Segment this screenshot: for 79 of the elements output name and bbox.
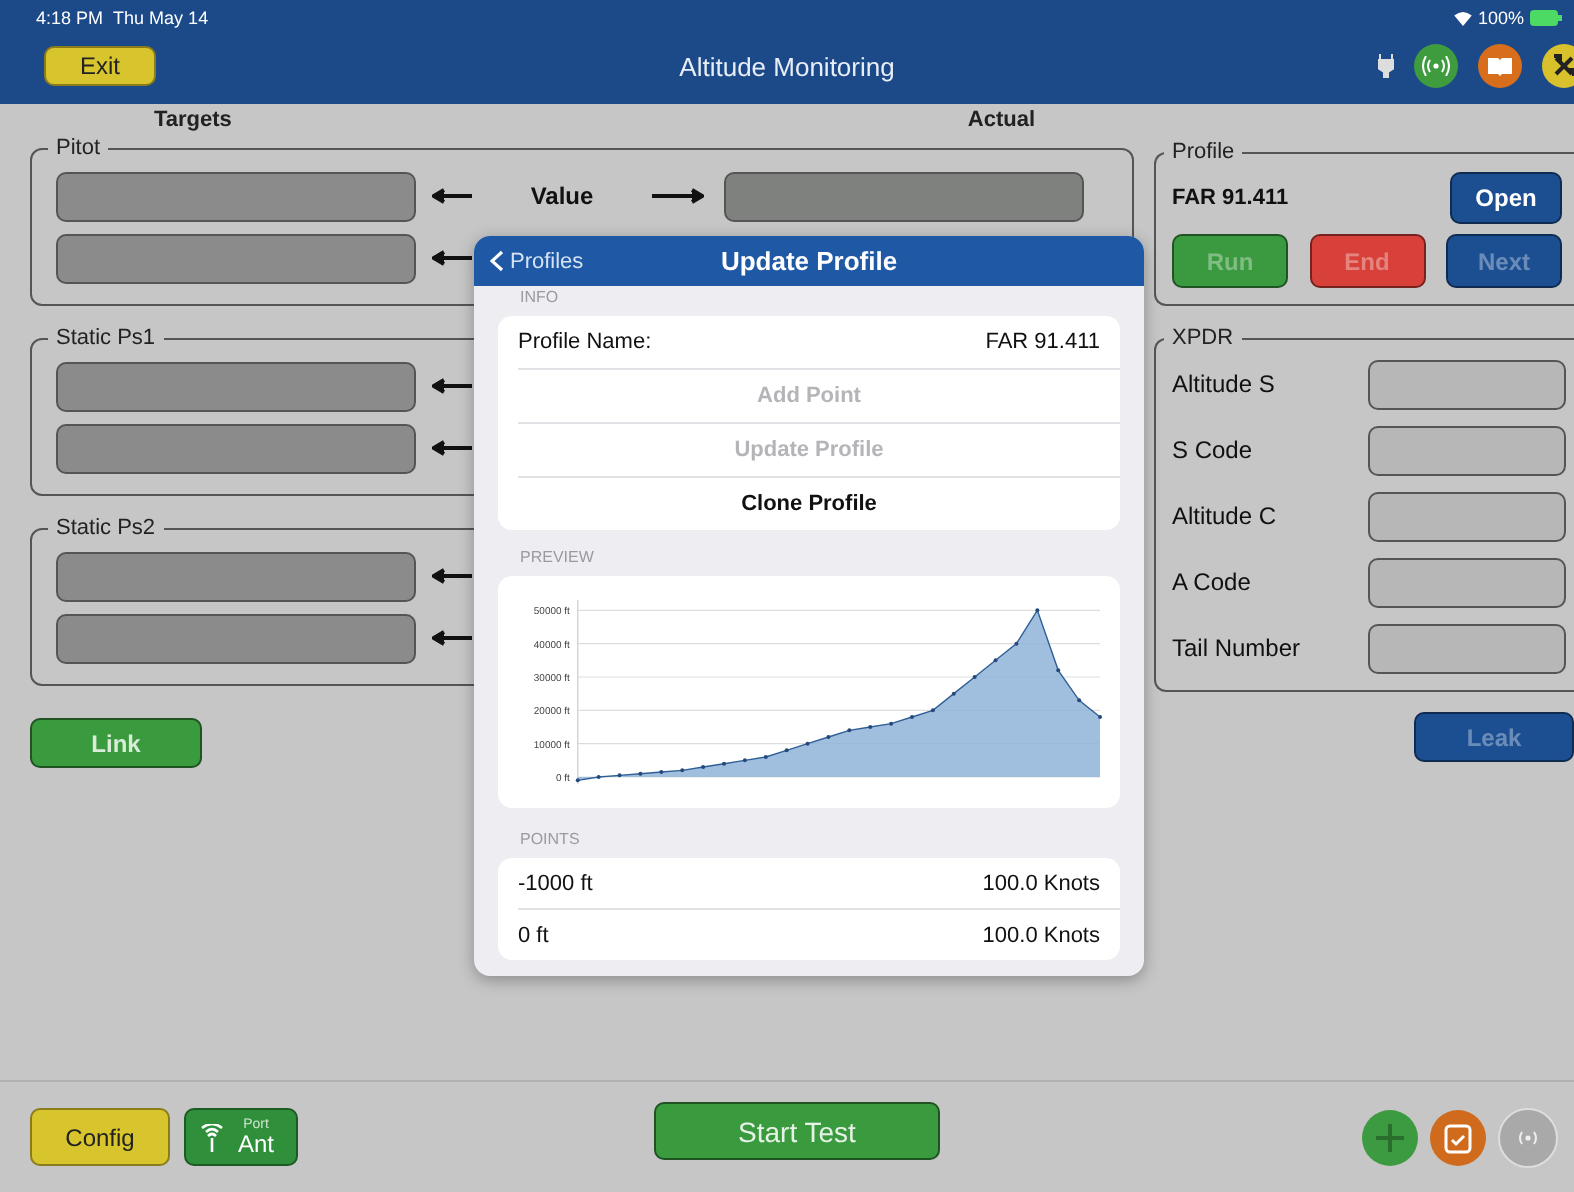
data-point [680, 768, 685, 773]
status-time: 4:18 PM Thu May 14 [36, 8, 209, 28]
xpdr-field[interactable] [1368, 425, 1566, 475]
data-point [638, 771, 643, 776]
dialog-action[interactable]: Clone Profile [518, 478, 1100, 530]
data-point [993, 658, 998, 663]
target-field[interactable] [56, 233, 416, 283]
right-arrow-icon [652, 188, 704, 204]
actual-heading: Actual [967, 108, 1036, 136]
data-point [1035, 608, 1040, 613]
battery-percentage: 100% [1477, 8, 1524, 28]
field-label: Profile Name: [518, 330, 652, 354]
group-title: Static Ps2 [54, 516, 158, 540]
clipboard-check-icon[interactable] [1430, 1109, 1486, 1165]
book-icon[interactable] [1478, 44, 1522, 88]
data-point [930, 708, 935, 713]
profile-name-value: FAR 91.411 [985, 330, 1100, 354]
screen-title: Altitude Monitoring [679, 51, 895, 81]
point-altitude: -1000 ft [518, 871, 593, 895]
data-point [951, 691, 956, 696]
target-field[interactable] [56, 551, 416, 601]
antenna-signal-icon[interactable] [1414, 44, 1458, 88]
target-field[interactable] [56, 361, 416, 411]
field-label: S Code [1172, 436, 1255, 464]
section-header: INFO [518, 286, 561, 310]
field-label: Tail Number [1172, 634, 1303, 662]
group-title: Pitot [54, 136, 103, 160]
left-arrow-icon [432, 250, 472, 266]
field-label: A Code [1172, 568, 1253, 596]
field-label: Altitude C [1172, 502, 1279, 530]
target-field[interactable] [56, 171, 416, 221]
left-arrow-icon [432, 440, 472, 456]
leak-button[interactable]: Leak [1414, 712, 1574, 762]
field-label: Altitude S [1172, 370, 1277, 398]
left-arrow-icon [432, 378, 472, 394]
xpdr-field[interactable] [1368, 491, 1566, 541]
data-point [784, 748, 789, 753]
group-title: XPDR [1170, 326, 1236, 350]
data-point [847, 728, 852, 733]
data-point [1077, 698, 1082, 703]
battery-icon [1530, 10, 1562, 26]
antenna-icon [198, 1123, 226, 1151]
data-point [889, 721, 894, 726]
xpdr-field[interactable] [1368, 359, 1566, 409]
back-button[interactable]: Profiles [490, 249, 584, 273]
exit-button[interactable]: Exit [44, 46, 156, 86]
add-icon[interactable] [1362, 1109, 1418, 1165]
plug-icon [1378, 54, 1394, 78]
wifi-icon [1453, 11, 1472, 25]
group-title: Static Ps1 [54, 326, 158, 350]
link-button[interactable]: Link [30, 718, 202, 768]
data-point [1014, 641, 1019, 646]
data-point [805, 741, 810, 746]
targets-heading: Targets [154, 108, 232, 136]
dialog-title: Update Profile [720, 246, 898, 276]
point-speed: 100.0 Knots [982, 871, 1100, 895]
data-point [742, 758, 747, 763]
section-header: PREVIEW [518, 546, 596, 570]
group-title: Profile [1170, 140, 1237, 164]
chevron-left-icon [490, 250, 504, 272]
data-point [1056, 668, 1061, 673]
section-header: POINTS [518, 828, 582, 852]
config-button[interactable]: Config [30, 1108, 170, 1166]
target-field[interactable] [56, 423, 416, 473]
profile-name: FAR 91.411 [1172, 186, 1289, 210]
xpdr-field[interactable] [1368, 557, 1566, 607]
left-arrow-icon [432, 630, 472, 646]
point-altitude: 0 ft [518, 923, 549, 947]
data-point [575, 778, 580, 783]
xpdr-field[interactable] [1368, 623, 1566, 673]
left-arrow-icon [432, 188, 472, 204]
open-button[interactable]: Open [1450, 172, 1562, 224]
point-speed: 100.0 Knots [982, 923, 1100, 947]
left-arrow-icon [432, 568, 472, 584]
target-field[interactable] [56, 613, 416, 663]
actual-field[interactable] [724, 171, 1084, 221]
value-label: Value [528, 182, 596, 210]
start-test-button[interactable]: Start Test [654, 1102, 940, 1160]
data-point [617, 773, 622, 778]
